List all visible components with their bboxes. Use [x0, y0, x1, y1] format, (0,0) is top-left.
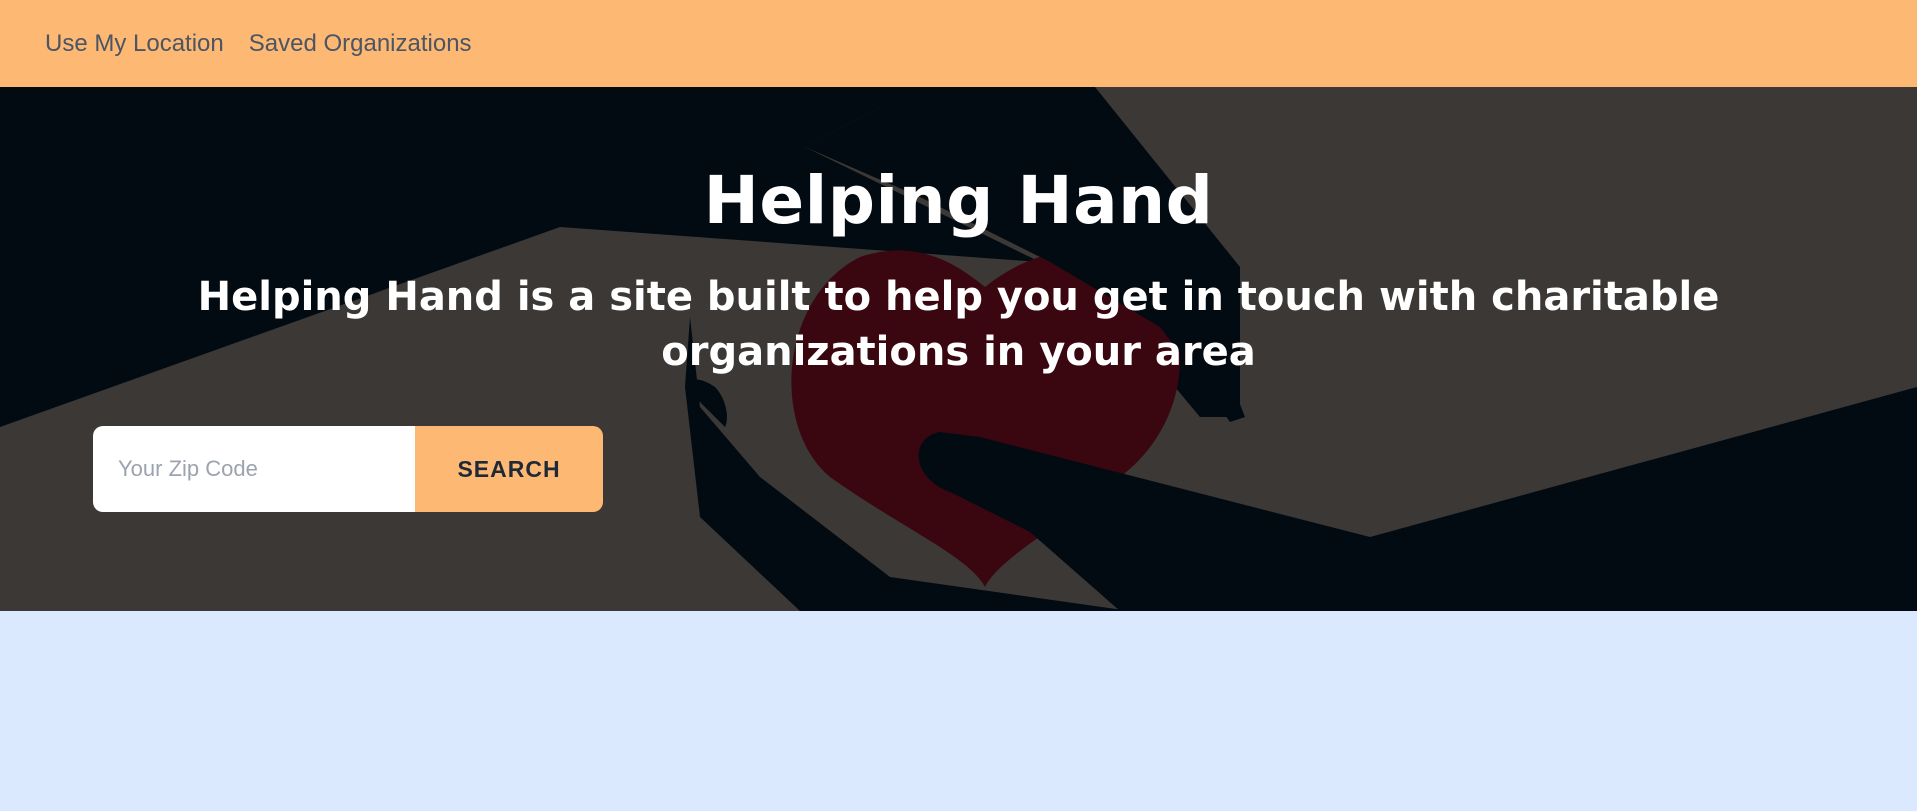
zip-code-input[interactable] — [93, 426, 415, 512]
search-button[interactable]: SEARCH — [415, 426, 603, 512]
hero-title: Helping Hand — [703, 162, 1214, 239]
content-area — [0, 611, 1917, 811]
hero-banner: Helping Hand Helping Hand is a site buil… — [0, 87, 1917, 611]
hero-subtitle: Helping Hand is a site built to help you… — [197, 274, 1720, 375]
zip-search-form: SEARCH — [93, 426, 603, 512]
top-navbar: Use My Location Saved Organizations — [0, 0, 1917, 87]
nav-saved-organizations[interactable]: Saved Organizations — [249, 30, 472, 58]
nav-use-my-location[interactable]: Use My Location — [45, 30, 224, 58]
